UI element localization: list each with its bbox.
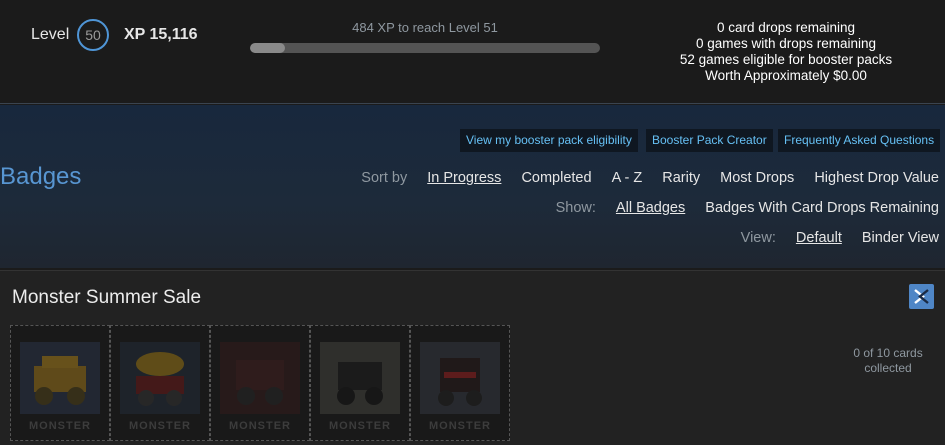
card-drops-summary: 0 card drops remaining 0 games with drop… [630, 20, 942, 84]
show-row: Show: All Badges Badges With Card Drops … [556, 200, 939, 216]
card-logo: MONSTER [429, 420, 491, 432]
level-label: Level [31, 26, 70, 43]
trading-card[interactable]: MONSTER [410, 325, 510, 441]
page-title: Badges [0, 163, 82, 190]
cards-collected-count: 0 of 10 cards collected [838, 346, 938, 376]
sort-completed[interactable]: Completed [521, 170, 591, 186]
sort-most-drops[interactable]: Most Drops [720, 170, 794, 186]
monster-truck-art [20, 342, 100, 414]
show-badges-with-drops[interactable]: Badges With Card Drops Remaining [705, 200, 939, 216]
sort-row: Sort by In Progress Completed A - Z Rari… [361, 170, 939, 186]
trading-card[interactable]: MONSTER [110, 325, 210, 441]
card-logo: MONSTER [329, 420, 391, 432]
sort-in-progress[interactable]: In Progress [427, 170, 501, 186]
level-bar: Level 50 XP 15,116 484 XP to reach Level… [0, 0, 945, 104]
xp-total: XP 15,116 [124, 26, 198, 43]
badges-header: View my booster pack eligibility Booster… [0, 105, 945, 268]
card-drops-remaining: 0 card drops remaining [716, 20, 856, 35]
cards-collected-line2: collected [864, 361, 912, 375]
monster-truck-art [420, 342, 500, 414]
show-all-badges[interactable]: All Badges [616, 200, 685, 216]
sort-rarity[interactable]: Rarity [662, 170, 700, 186]
sort-label: Sort by [361, 170, 408, 186]
monster-truck-art [120, 342, 200, 414]
xp-progress-fill [250, 43, 285, 53]
drops-worth: Worth Approximately $0.00 [705, 68, 867, 83]
sort-highest-drop-value[interactable]: Highest Drop Value [814, 170, 939, 186]
xp-progress-bar [250, 43, 600, 53]
booster-eligible: 52 games eligible for booster packs [679, 52, 893, 67]
trade-icon[interactable] [909, 284, 934, 309]
show-label: Show: [555, 200, 596, 216]
badge-row[interactable]: Monster Summer Sale MONSTER MONSTER MONS… [0, 270, 945, 445]
view-default[interactable]: Default [796, 230, 842, 246]
games-with-drops: 0 games with drops remaining [695, 36, 877, 51]
monster-truck-art [320, 342, 400, 414]
card-logo: MONSTER [129, 420, 191, 432]
faq-link[interactable]: Frequently Asked Questions [778, 129, 941, 152]
view-binder[interactable]: Binder View [862, 230, 939, 246]
card-strip: MONSTER MONSTER MONSTER MONSTER MONSTER [10, 325, 510, 441]
trading-card[interactable]: MONSTER [10, 325, 110, 441]
booster-pack-creator-link[interactable]: Booster Pack Creator [646, 129, 773, 152]
card-logo: MONSTER [229, 420, 291, 432]
trading-card[interactable]: MONSTER [210, 325, 310, 441]
trading-card[interactable]: MONSTER [310, 325, 410, 441]
monster-truck-art [220, 342, 300, 414]
cards-collected-line1: 0 of 10 cards [853, 346, 923, 360]
card-logo: MONSTER [29, 420, 91, 432]
booster-eligibility-link[interactable]: View my booster pack eligibility [460, 129, 638, 152]
badge-title[interactable]: Monster Summer Sale [12, 287, 201, 309]
level-badge[interactable]: 50 [77, 19, 109, 51]
view-row: View: Default Binder View [741, 230, 939, 246]
view-label: View: [740, 230, 776, 246]
sort-a-z[interactable]: A - Z [612, 170, 643, 186]
badge-list: Monster Summer Sale MONSTER MONSTER MONS… [0, 268, 945, 445]
xp-to-next-level: 484 XP to reach Level 51 [352, 20, 498, 35]
